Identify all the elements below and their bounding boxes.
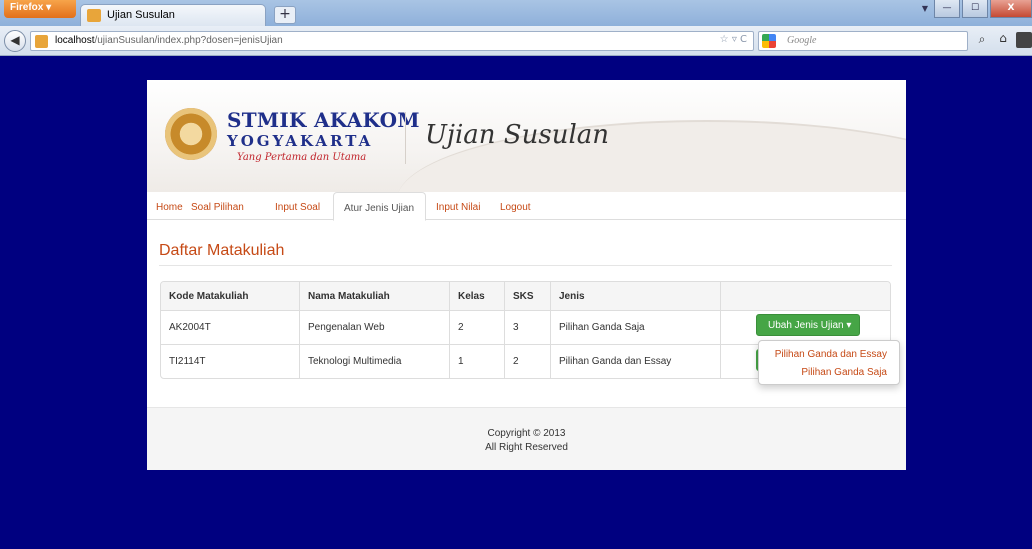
close-window-button[interactable]: X	[990, 0, 1032, 18]
search-placeholder: Google	[787, 35, 817, 46]
logo-city: YOGYAKARTA	[227, 132, 374, 150]
col-kelas: Kelas	[449, 282, 504, 310]
extension-icon[interactable]	[1016, 32, 1032, 48]
url-bar[interactable]: localhost/ujianSusulan/index.php?dosen=j…	[30, 31, 754, 51]
page-container: STMIK AKAKOM YOGYAKARTA Yang Pertama dan…	[147, 80, 906, 470]
footer-copyright: Copyright © 2013	[487, 428, 566, 439]
cell-sks: 3	[504, 311, 550, 344]
cell-jenis: Pilihan Ganda Saja	[550, 311, 720, 344]
col-jenis: Jenis	[550, 282, 720, 310]
tab-list-icon[interactable]: ▼	[922, 4, 928, 13]
bookmark-star-icon[interactable]: ☆ ▿ C	[720, 34, 747, 45]
logo-name: STMIK AKAKOM	[227, 108, 420, 132]
search-bar[interactable]: Google	[758, 31, 968, 51]
minimize-button[interactable]: —	[934, 0, 960, 18]
dropdown-item-ganda-essay[interactable]: Pilihan Ganda dan Essay	[775, 349, 887, 360]
col-sks: SKS	[504, 282, 550, 310]
site-footer: Copyright © 2013 All Right Reserved	[147, 407, 906, 470]
back-button[interactable]: ◀	[4, 30, 26, 52]
cell-jenis: Pilihan Ganda dan Essay	[550, 345, 720, 378]
app-title: Ujian Susulan	[425, 120, 610, 150]
nav-input-soal[interactable]: Input Soal	[275, 202, 320, 213]
footer-rights: All Right Reserved	[485, 442, 568, 453]
col-nama: Nama Matakuliah	[299, 282, 449, 310]
cell-sks: 2	[504, 345, 550, 378]
nav-atur-jenis-ujian-label: Atur Jenis Ujian	[344, 203, 415, 214]
home-icon[interactable]: ⌂	[994, 31, 1012, 51]
browser-titlebar: Firefox ▾ Ujian Susulan + ▼ — ☐ X	[0, 0, 1032, 26]
tab-title: Ujian Susulan	[107, 9, 175, 21]
nav-input-nilai[interactable]: Input Nilai	[436, 202, 480, 213]
cell-kode: AK2004T	[169, 322, 211, 333]
new-tab-button[interactable]: +	[274, 6, 296, 24]
cell-kelas: 2	[449, 311, 504, 344]
cell-nama: Teknologi Multimedia	[299, 345, 449, 378]
window-controls: — ☐ X	[934, 0, 1032, 18]
search-icon[interactable]: ⌕	[974, 32, 990, 48]
nav-atur-jenis-ujian[interactable]: Atur Jenis Ujian	[333, 192, 426, 221]
back-arrow-icon: ◀	[10, 33, 20, 47]
header-divider	[405, 112, 406, 164]
ubah-jenis-ujian-button[interactable]: Ubah Jenis Ujian ▾	[756, 314, 860, 336]
tab-ujian-susulan[interactable]: Ujian Susulan	[80, 4, 266, 26]
akakom-seal-icon	[165, 108, 217, 160]
maximize-button[interactable]: ☐	[962, 0, 988, 18]
cell-nama: Pengenalan Web	[299, 311, 449, 344]
url-text[interactable]: localhost/ujianSusulan/index.php?dosen=j…	[55, 35, 283, 46]
page-title: Daftar Matakuliah	[159, 242, 285, 259]
nav-home[interactable]: Home	[156, 202, 183, 213]
dropdown-item-ganda-saja[interactable]: Pilihan Ganda Saja	[801, 367, 887, 378]
nav-logout[interactable]: Logout	[500, 202, 531, 213]
site-header: STMIK AKAKOM YOGYAKARTA Yang Pertama dan…	[147, 80, 906, 192]
ubah-jenis-ujian-label: Ubah Jenis Ujian	[768, 320, 844, 331]
nav-soal-pilihan[interactable]: Soal Pilihan	[191, 202, 244, 213]
firefox-menu-button[interactable]: Firefox ▾	[4, 0, 76, 18]
logo-tagline: Yang Pertama dan Utama	[237, 152, 367, 163]
col-action	[720, 282, 890, 310]
caret-down-icon: ▾	[846, 320, 852, 331]
google-icon[interactable]	[762, 34, 776, 48]
browser-navbar: ◀ localhost/ujianSusulan/index.php?dosen…	[0, 26, 1032, 56]
cell-kelas: 1	[449, 345, 504, 378]
site-identity-icon	[35, 35, 48, 48]
jenis-ujian-dropdown: Pilihan Ganda dan Essay Pilihan Ganda Sa…	[758, 340, 900, 385]
favicon-icon	[87, 9, 101, 22]
main-nav: Home Soal Pilihan Input Soal Atur Jenis …	[147, 192, 906, 221]
title-divider	[159, 265, 892, 266]
cell-kode: TI2114T	[169, 356, 206, 367]
table-header-row: Kode Matakuliah Nama Matakuliah Kelas SK…	[161, 282, 890, 310]
col-kode: Kode Matakuliah	[169, 290, 249, 302]
